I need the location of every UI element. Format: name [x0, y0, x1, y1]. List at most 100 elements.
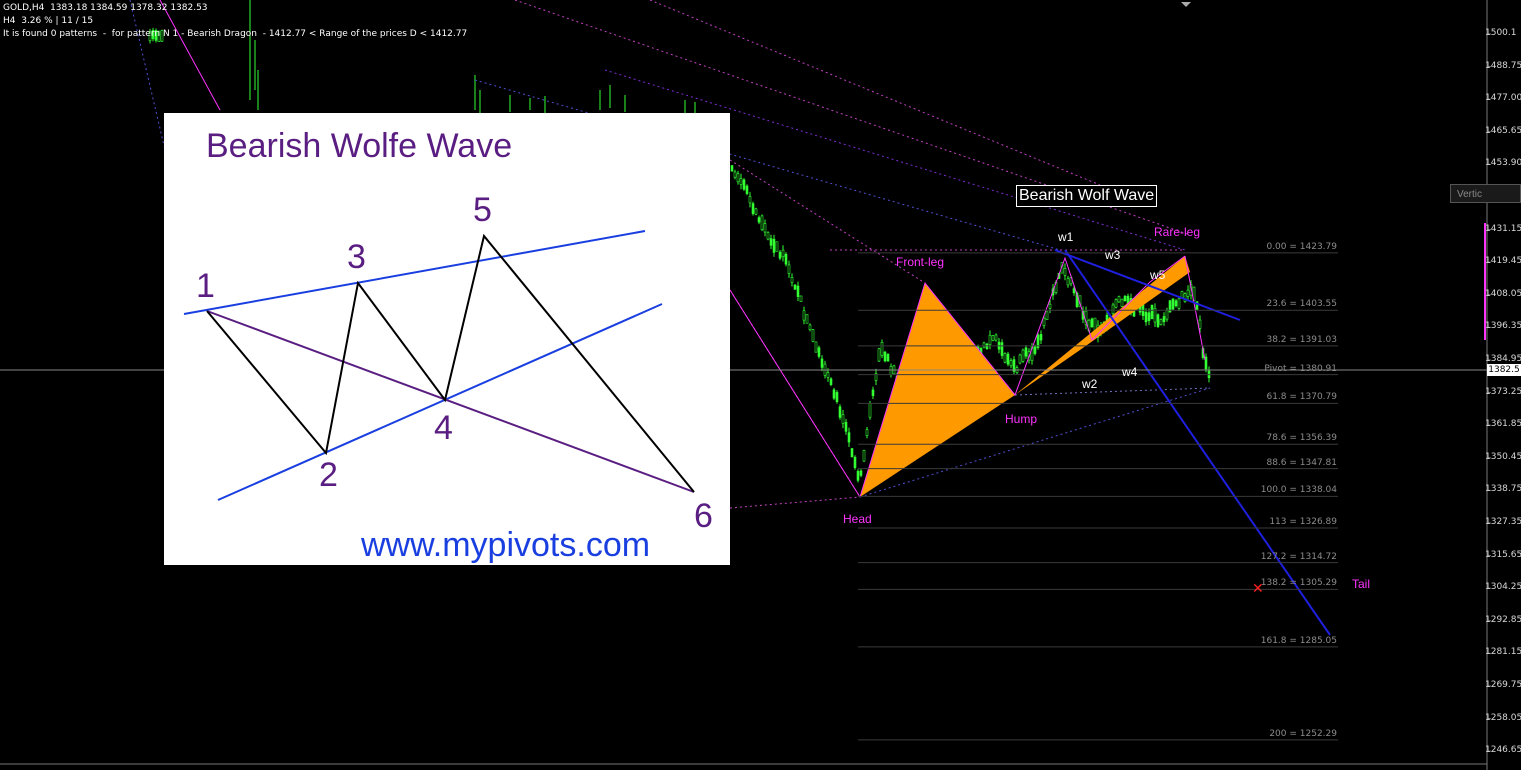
price-axis-label: 1350.45 [1485, 451, 1521, 462]
candle-body [1174, 300, 1178, 307]
candle-body [1150, 304, 1154, 320]
candle-body [1003, 353, 1007, 363]
candle-body [865, 429, 869, 436]
candle-body [811, 329, 815, 342]
vertical-line-button[interactable]: Vertic [1450, 184, 1521, 203]
w4-label: w4 [1122, 365, 1138, 379]
candle-body [793, 284, 797, 290]
candle-body [859, 470, 863, 476]
price-axis-label: 1373.25 [1485, 386, 1521, 397]
w1-label: w1 [1058, 230, 1074, 244]
candle-body [889, 365, 893, 376]
candle-body [1198, 319, 1202, 329]
candle-body [847, 432, 851, 443]
candle-body [1009, 360, 1013, 367]
candle-body [1021, 349, 1025, 362]
candle-body [1120, 298, 1124, 307]
fib-level-label: 61.8 = 1370.79 [1266, 392, 1337, 403]
candle-body [886, 353, 890, 362]
candle-body [1156, 314, 1160, 327]
candle-body [1042, 317, 1046, 326]
candle-body [1072, 288, 1076, 294]
candle-body [1045, 311, 1049, 320]
candle-body [1171, 298, 1175, 310]
fib-level-label: 0.00 = 1423.79 [1266, 241, 1337, 252]
fib-level-label: Pivot = 1380.91 [1264, 363, 1337, 374]
point-1: 1 [196, 267, 215, 305]
front-leg-label: Front-leg [896, 255, 945, 269]
candle-body [1111, 304, 1115, 314]
candle-body [832, 389, 836, 399]
fib-level-label: 127.2 = 1314.72 [1260, 551, 1337, 562]
tail-label: Tail [1352, 577, 1371, 591]
candle-body [841, 414, 845, 424]
price-axis-label: 1453.90 [1485, 158, 1521, 169]
tail-target-marker: ✕ [1252, 580, 1264, 596]
fib-level-label: 113 = 1326.89 [1269, 517, 1337, 528]
candle-body [778, 251, 782, 259]
candle-body [994, 334, 998, 341]
candle-body [1123, 295, 1127, 302]
candle-body [799, 295, 803, 302]
fib-level-label: 23.6 = 1403.55 [1266, 299, 1337, 310]
candle-body [835, 392, 839, 402]
point-4: 4 [434, 409, 453, 447]
candle-body [1144, 311, 1148, 323]
price-axis-label: 1304.25 [1485, 582, 1521, 593]
hump-label: Hump [1005, 412, 1038, 426]
candle-body [838, 406, 842, 418]
point-5: 5 [473, 191, 492, 229]
fib-level-label: 161.8 = 1285.05 [1260, 635, 1337, 646]
candle-body [1147, 312, 1151, 322]
candle-body [817, 347, 821, 357]
w5-label: w5 [1150, 268, 1166, 282]
candle-body [982, 342, 986, 348]
price-axis-label: 1269.75 [1485, 680, 1521, 690]
candle-body [853, 456, 857, 469]
point-3: 3 [347, 238, 366, 276]
candle-body [844, 422, 848, 432]
price-axis-label: 1500.1 [1485, 28, 1517, 38]
price-axis-label: 1246.65 [1485, 745, 1521, 756]
candle-body [856, 471, 860, 481]
candle-body [775, 241, 779, 252]
candle-body [1024, 347, 1028, 357]
price-axis-label: 1396.35 [1485, 321, 1521, 332]
candle-body [877, 348, 881, 362]
candle-body [1033, 346, 1037, 354]
candle-body [1114, 299, 1118, 308]
candle-body [1204, 356, 1208, 370]
price-axis-label: 1292.85 [1485, 614, 1521, 625]
candle-body [760, 215, 764, 230]
fib-level-label: 200 = 1252.29 [1269, 728, 1337, 739]
price-axis-label: 1384.95 [1485, 354, 1521, 364]
candle-body [730, 165, 734, 172]
candle-body [733, 171, 737, 178]
rare-leg-label: Rare-leg [1154, 225, 1201, 239]
fib-level-label: 78.6 = 1356.39 [1266, 433, 1337, 444]
candle-body [880, 342, 884, 356]
candle-body [754, 208, 758, 215]
candle-body [784, 253, 788, 265]
candle-body [769, 238, 773, 246]
price-axis-label: 1419.45 [1485, 256, 1521, 267]
pattern-scan-info: It is found 0 patterns - for pattern N 1… [3, 29, 468, 39]
candle-body [1048, 303, 1052, 309]
current-price-tag: 1382.5 [1487, 364, 1521, 376]
candle-body [757, 217, 761, 223]
candle-body [748, 196, 752, 204]
fib-level-label: 100.0 = 1338.04 [1260, 485, 1337, 496]
website-url: www.mypivots.com [361, 526, 651, 564]
candle-body [1117, 296, 1121, 303]
candle-body [1063, 268, 1067, 276]
price-axis-label: 1488.75 [1485, 60, 1521, 71]
point-2: 2 [319, 456, 338, 494]
candle-body [868, 403, 872, 418]
candle-body [781, 249, 785, 258]
price-axis-label: 1361.85 [1485, 419, 1521, 430]
candle-body [1000, 342, 1004, 356]
candle-body [772, 238, 776, 253]
lower-channel-line [217, 303, 663, 501]
candle-body [790, 277, 794, 283]
fib-level-label: 138.2 = 1305.29 [1260, 578, 1337, 589]
